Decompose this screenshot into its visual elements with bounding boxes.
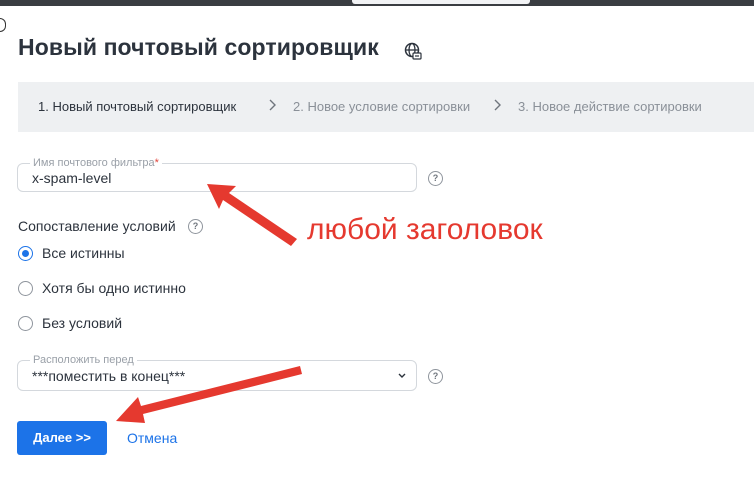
annotation-label: любой заголовок [307, 213, 543, 246]
filter-name-field[interactable]: Имя почтового фильтра* x-spam-level [17, 156, 417, 192]
help-icon[interactable]: ? [428, 171, 443, 186]
step-2: 2. Новое условие сортировки [293, 99, 471, 114]
next-button[interactable]: Далее >> [17, 421, 107, 455]
radio-circle[interactable] [18, 316, 33, 331]
position-label: Расположить перед [30, 353, 137, 367]
position-value[interactable]: ***поместить в конец*** [32, 368, 185, 384]
help-icon[interactable]: ? [428, 369, 443, 384]
globe-icon[interactable] [404, 42, 422, 60]
radio-circle[interactable] [18, 246, 33, 261]
chevron-right-icon [269, 99, 276, 111]
radio-label: Все истинны [42, 245, 125, 261]
position-select[interactable]: Расположить перед ***поместить в конец**… [17, 353, 417, 391]
help-icon[interactable]: ? [188, 219, 203, 234]
chevron-right-icon [494, 99, 501, 111]
filter-name-label: Имя почтового фильтра* [30, 156, 162, 170]
filter-name-value[interactable]: x-spam-level [32, 170, 111, 186]
page-title: Новый почтовый сортировщик [18, 34, 379, 60]
wizard-steps: 1. Новый почтовый сортировщик 2. Новое у… [18, 82, 754, 132]
corner-fragment [0, 18, 6, 32]
radio-label: Хотя бы одно истинно [42, 280, 186, 296]
browser-tab-edge [352, 0, 530, 4]
cancel-link[interactable]: Отмена [127, 430, 177, 446]
step-3: 3. Новое действие сортировки [518, 99, 702, 114]
chevron-down-icon[interactable] [397, 371, 407, 381]
conditions-label: Сопоставление условий [18, 218, 176, 234]
step-1: 1. Новый почтовый сортировщик [38, 99, 237, 114]
arrow-to-filter-name [207, 184, 297, 246]
browser-top-bar [0, 0, 754, 6]
radio-label: Без условий [42, 315, 123, 331]
radio-circle[interactable] [18, 281, 33, 296]
